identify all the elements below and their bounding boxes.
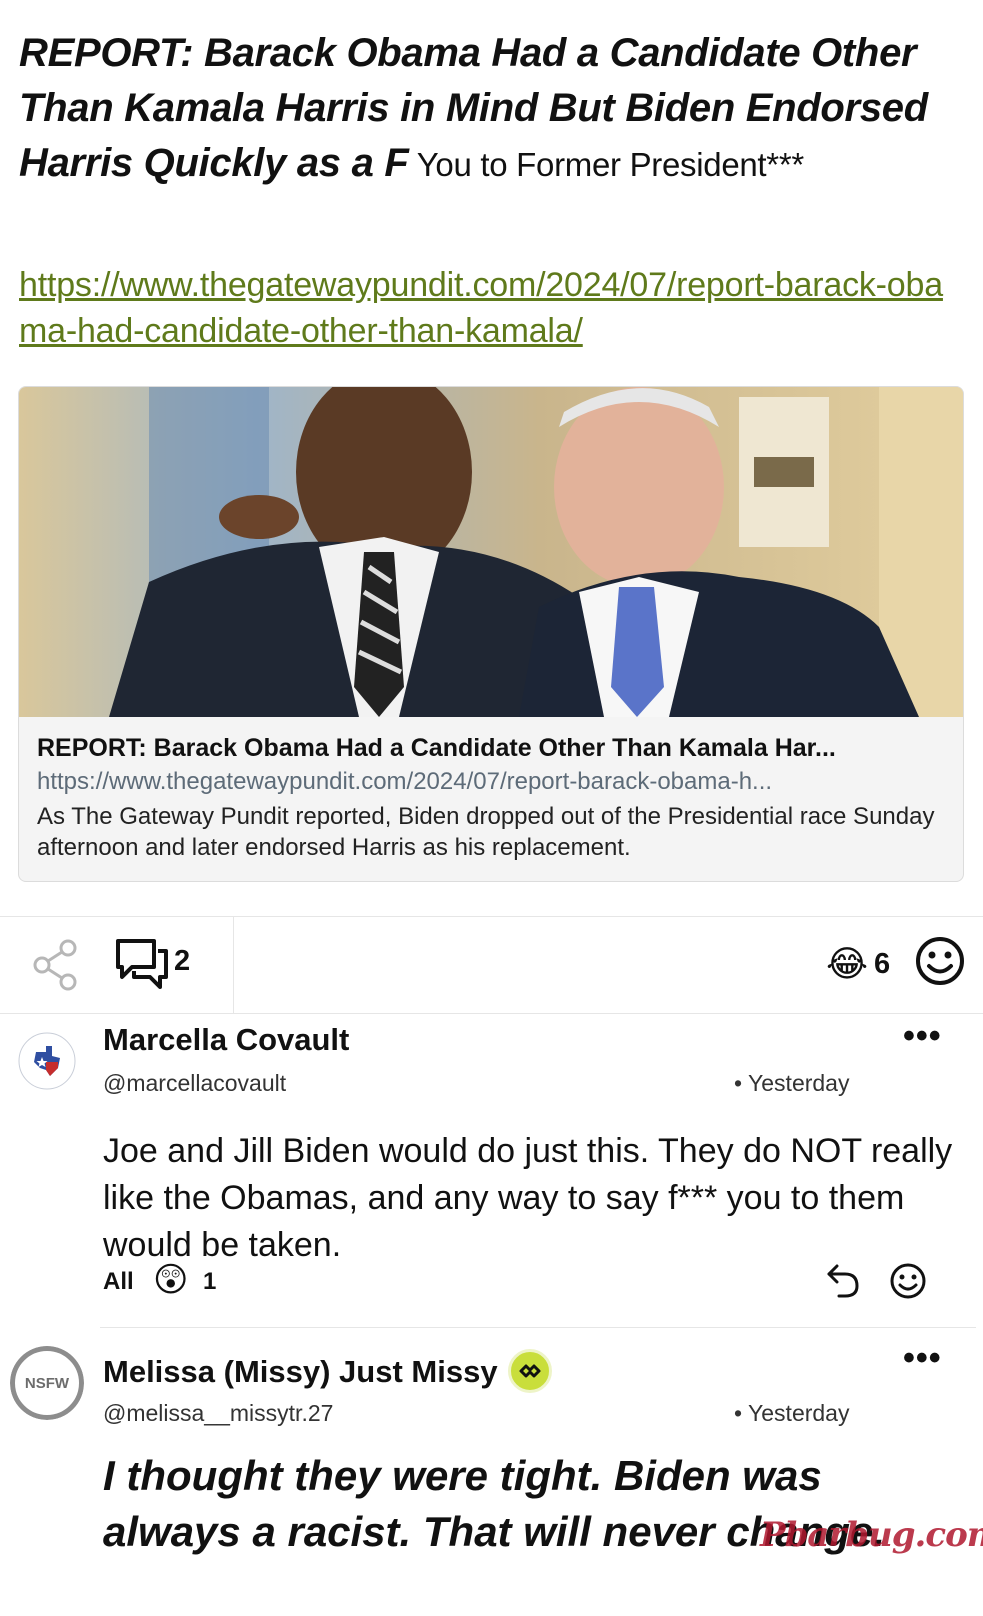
nsfw-avatar: NSFW [10, 1346, 84, 1420]
timestamp: • Yesterday [734, 1070, 850, 1096]
reaction-count: 6 [874, 948, 891, 980]
headline-plain-text: You to Former President*** [408, 146, 805, 183]
card-description: As The Gateway Pundit reported, Biden dr… [37, 803, 935, 861]
infinity-badge-icon [507, 1349, 552, 1393]
texas-badge-icon [12, 1026, 82, 1096]
laugh-emoji-icon[interactable]: 😂 [826, 944, 868, 984]
add-reaction-icon[interactable] [889, 1262, 927, 1300]
comment-bubbles-icon[interactable] [114, 937, 170, 989]
reply-icon[interactable] [825, 1262, 861, 1300]
author-name[interactable]: Marcella Covault [103, 1022, 349, 1058]
avatar[interactable] [10, 1024, 84, 1098]
more-options-icon[interactable]: ••• [903, 1341, 942, 1375]
all-reactions-label[interactable]: All [103, 1268, 134, 1296]
divider [100, 1327, 976, 1328]
obama-biden-photo [19, 387, 963, 717]
author-name-text: Melissa (Missy) Just Missy [103, 1354, 498, 1390]
card-url: https://www.thegatewaypundit.com/2024/07… [37, 768, 773, 795]
comment-count: 2 [174, 945, 191, 977]
author-name[interactable]: Melissa (Missy) Just Missy [103, 1349, 552, 1396]
share-icon[interactable] [32, 939, 78, 991]
author-handle[interactable]: @melissa__missytr.27 [103, 1400, 333, 1427]
smiley-icon[interactable] [914, 935, 966, 987]
bar-separator [233, 917, 234, 1013]
link-preview-card[interactable]: REPORT: Barack Obama Had a Candidate Oth… [18, 386, 964, 882]
divider [0, 1013, 983, 1014]
timestamp: • Yesterday [734, 1400, 850, 1426]
avatar[interactable]: NSFW [10, 1346, 84, 1420]
comment-reaction-row: All 😲 1 [103, 1260, 973, 1304]
card-title: REPORT: Barack Obama Had a Candidate Oth… [37, 734, 836, 762]
post-link[interactable]: https://www.thegatewaypundit.com/2024/07… [19, 262, 959, 354]
action-bar: 2 😂 6 [0, 917, 983, 1013]
card-image [19, 387, 963, 717]
post-headline: REPORT: Barack Obama Had a Candidate Oth… [19, 26, 969, 192]
more-options-icon[interactable]: ••• [903, 1019, 942, 1053]
wow-emoji-icon[interactable]: 😲 [153, 1260, 188, 1300]
comment-text: Joe and Jill Biden would do just this. T… [103, 1132, 953, 1264]
author-handle[interactable]: @marcellacovault [103, 1070, 286, 1097]
watermark: Pbarbug.com [760, 1515, 983, 1555]
reaction-count: 1 [203, 1268, 217, 1295]
